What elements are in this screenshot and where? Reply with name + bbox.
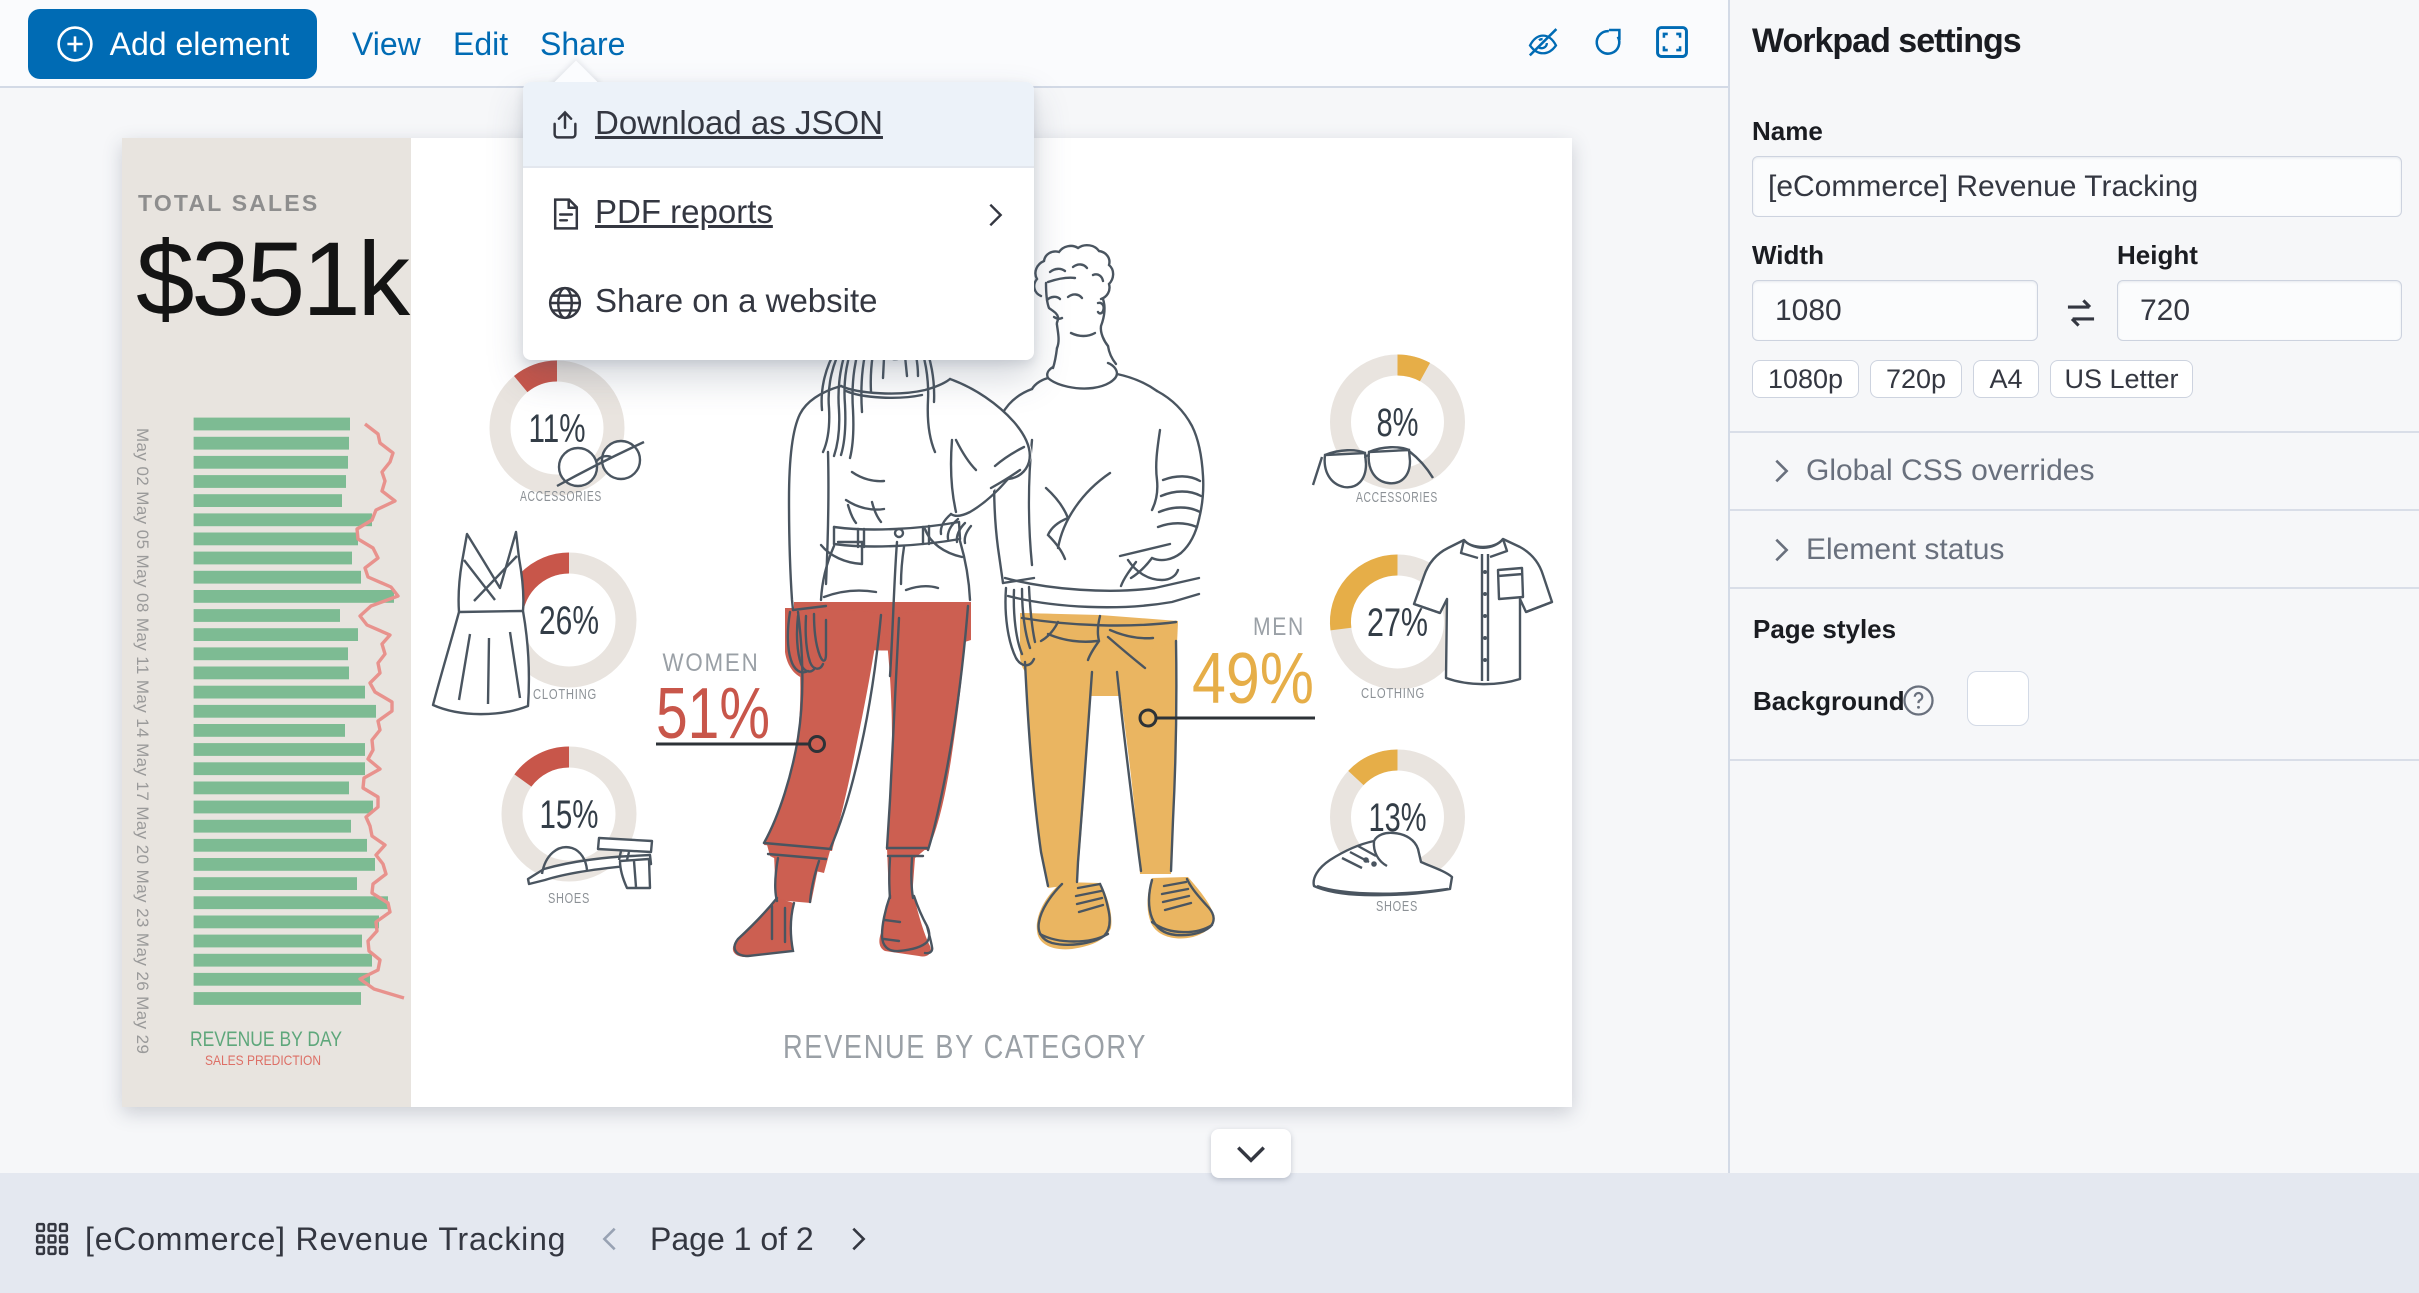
svg-text:CLOTHING: CLOTHING	[1361, 685, 1425, 702]
svg-text:ACCESSORIES: ACCESSORIES	[1356, 489, 1438, 506]
svg-text:11%: 11%	[529, 407, 586, 451]
svg-text:8%: 8%	[1377, 401, 1419, 445]
svg-text:ACCESSORIES: ACCESSORIES	[520, 488, 602, 505]
svg-text:SALES PREDICTION: SALES PREDICTION	[205, 1052, 321, 1068]
svg-text:15%: 15%	[540, 793, 599, 837]
svg-text:49%: 49%	[1192, 639, 1314, 719]
svg-text:SHOES: SHOES	[548, 890, 590, 907]
svg-text:MEN: MEN	[1253, 613, 1305, 641]
svg-text:26%: 26%	[539, 599, 599, 643]
svg-text:REVENUE BY CATEGORY: REVENUE BY CATEGORY	[783, 1028, 1147, 1065]
svg-text:51%: 51%	[656, 674, 770, 754]
svg-text:CLOTHING: CLOTHING	[533, 686, 597, 703]
svg-text:WOMEN: WOMEN	[663, 649, 760, 677]
svg-text:27%: 27%	[1367, 601, 1428, 645]
svg-text:REVENUE BY DAY: REVENUE BY DAY	[190, 1028, 342, 1051]
svg-text:SHOES: SHOES	[1376, 898, 1418, 915]
